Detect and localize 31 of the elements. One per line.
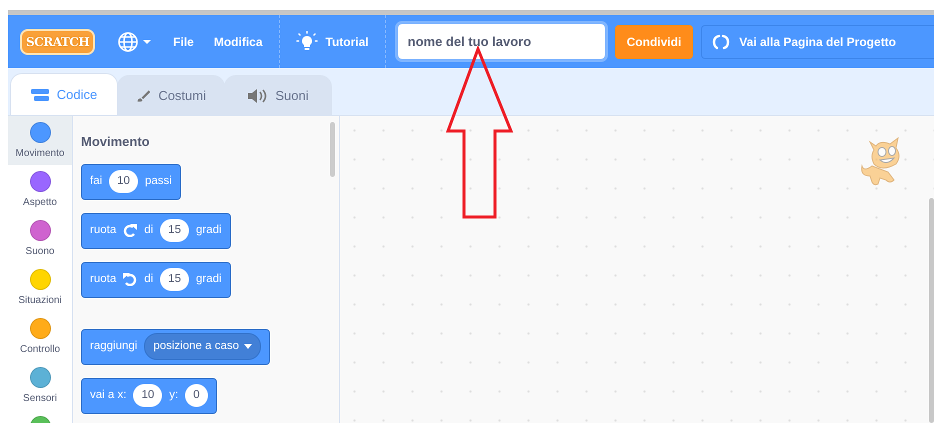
number-input[interactable]: 0 bbox=[185, 384, 208, 408]
code-block[interactable]: fai 10 passi bbox=[81, 164, 181, 200]
curly-arrows-icon bbox=[712, 34, 730, 50]
lightbulb-icon bbox=[296, 30, 318, 52]
project-title-field[interactable]: nome del tuo lavoro bbox=[398, 24, 605, 59]
number-input[interactable]: 10 bbox=[133, 384, 162, 408]
number-input[interactable]: 15 bbox=[160, 268, 189, 292]
category-item[interactable]: Controllo bbox=[8, 312, 72, 361]
category-item[interactable]: Aspetto bbox=[8, 165, 72, 214]
category-item[interactable]: Movimento bbox=[8, 116, 72, 165]
paintbrush-icon bbox=[136, 88, 150, 104]
category-heading: Movimento bbox=[81, 133, 151, 151]
speaker-icon bbox=[247, 88, 268, 102]
code-block[interactable]: vai a x: 10 y: 0 bbox=[81, 378, 217, 414]
code-block[interactable]: raggiungi posizione a caso bbox=[81, 328, 270, 364]
category-item[interactable]: Suono bbox=[8, 214, 72, 263]
scrollbar[interactable] bbox=[929, 198, 934, 423]
category-item[interactable]: Situazioni bbox=[8, 263, 72, 312]
counterclockwise-arrow-icon bbox=[123, 273, 138, 286]
code-blocks-icon bbox=[30, 88, 49, 100]
dropdown-menu[interactable]: posizione a caso bbox=[144, 332, 261, 360]
category-item[interactable]: Sensori bbox=[8, 361, 72, 410]
number-input[interactable]: 10 bbox=[109, 170, 138, 194]
number-input[interactable]: 15 bbox=[160, 218, 189, 242]
caret-icon bbox=[244, 344, 252, 349]
editor-tab[interactable]: Suoni bbox=[224, 75, 332, 115]
clockwise-arrow-icon bbox=[123, 224, 138, 237]
editor-tab[interactable]: Costumi bbox=[117, 75, 225, 115]
scrollbar[interactable] bbox=[330, 122, 335, 177]
code-block[interactable]: ruota di 15 gradi bbox=[81, 212, 231, 248]
code-block[interactable]: ruota di 15 gradi bbox=[81, 262, 231, 298]
